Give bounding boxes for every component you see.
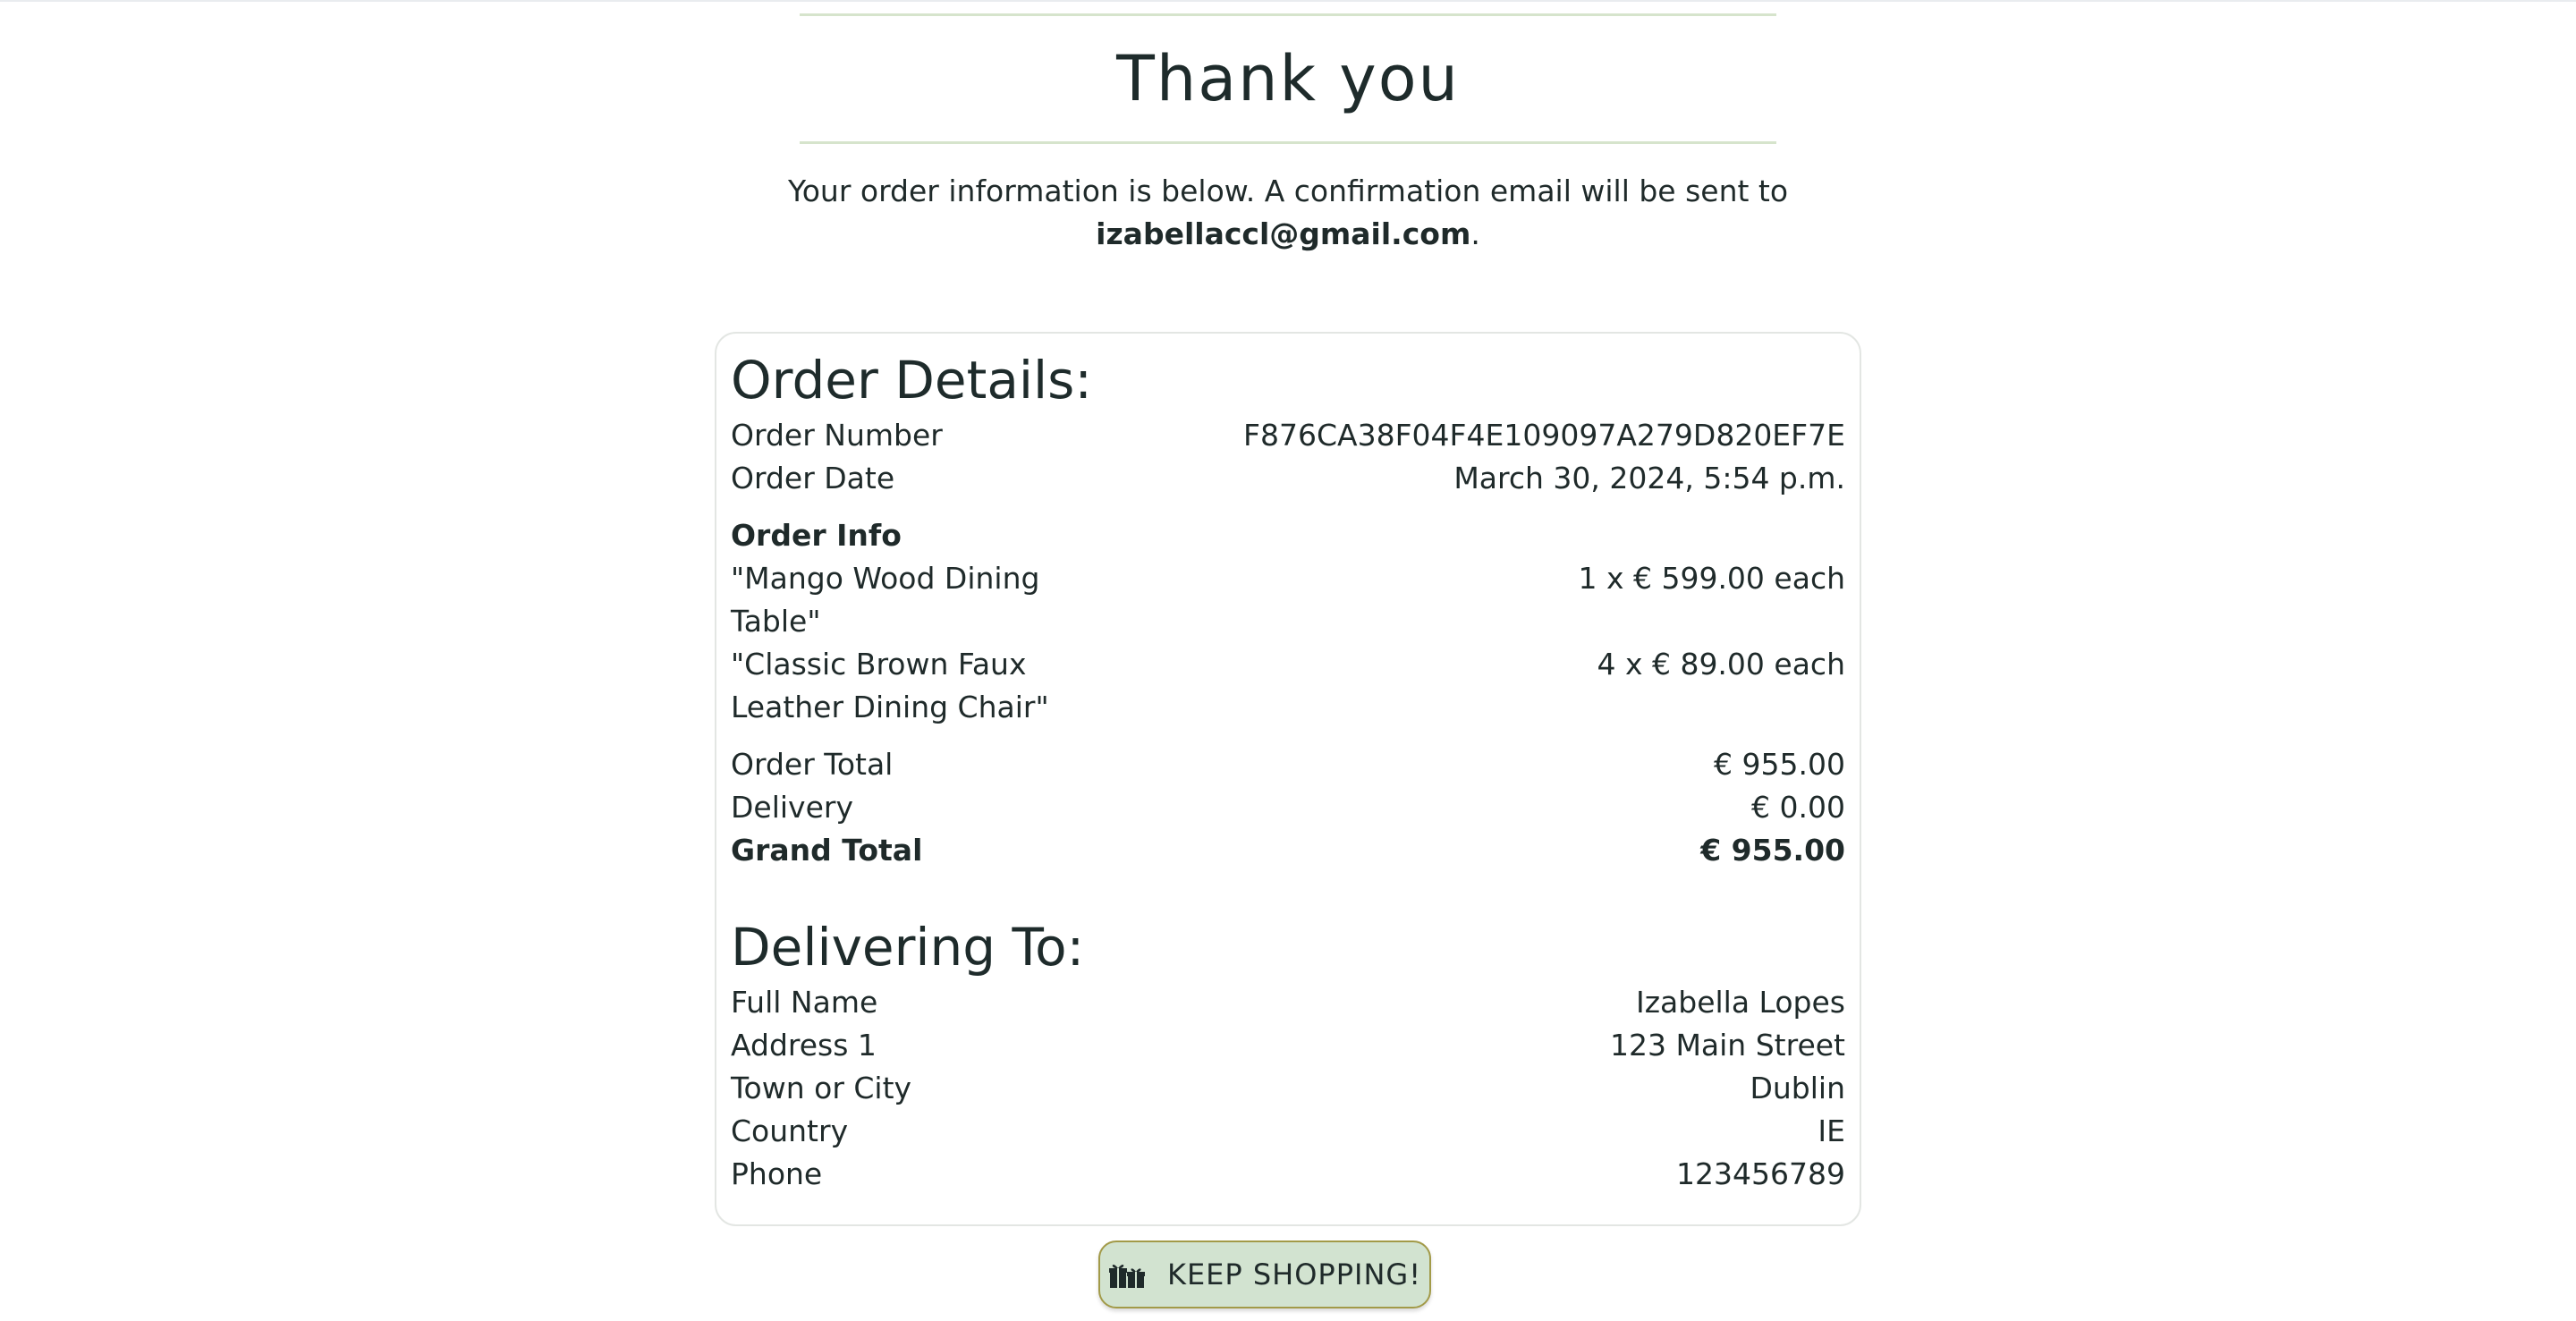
phone-value: 123456789 <box>1676 1156 1845 1191</box>
intro-text: Your order information is below. A confi… <box>787 174 1789 208</box>
phone-row: Phone 123456789 <box>731 1153 1845 1196</box>
delivery-cost-row: Delivery € 0.00 <box>731 786 1845 829</box>
row-label: Address 1 <box>731 1028 877 1063</box>
delivery-cost-value: € 0.00 <box>1751 790 1845 825</box>
hero-banner: Thank you <box>800 13 1776 144</box>
order-total-value: € 955.00 <box>1714 747 1845 782</box>
order-info-label: Order Info <box>731 518 902 553</box>
full-name-value: Izabella Lopes <box>1635 985 1845 1020</box>
confirmation-email: izabellaccl@gmail.com <box>1096 216 1471 251</box>
order-info-heading: Order Info <box>731 514 1845 557</box>
row-label: Town or City <box>731 1071 912 1105</box>
order-date-row: Order Date March 30, 2024, 5:54 p.m. <box>731 457 1845 500</box>
row-label: Order Total <box>731 747 894 782</box>
row-label: Country <box>731 1114 849 1148</box>
grand-total-value: € 955.00 <box>1700 833 1845 868</box>
item-name: "Classic Brown Faux Leather Dining Chair… <box>731 647 1049 724</box>
row-label: Order Number <box>731 418 943 453</box>
intro-punct: . <box>1470 216 1480 251</box>
order-item-row: "Mango Wood Dining Table" 1 x € 599.00 e… <box>731 557 1845 643</box>
top-divider <box>0 0 2576 2</box>
page-title: Thank you <box>1116 42 1460 115</box>
intro-message: Your order information is below. A confi… <box>769 170 1807 256</box>
country-value: IE <box>1818 1114 1845 1148</box>
row-label: Phone <box>731 1156 823 1191</box>
city-row: Town or City Dublin <box>731 1067 1845 1110</box>
order-summary-card: Order Details: Order Number F876CA38F04F… <box>715 332 1861 1226</box>
item-qty-price: 4 x € 89.00 each <box>1597 647 1845 682</box>
order-number-value: F876CA38F04F4E109097A279D820EF7E <box>1243 418 1845 453</box>
order-total-row: Order Total € 955.00 <box>731 743 1845 786</box>
row-label: Order Date <box>731 461 895 495</box>
grand-total-row: Grand Total € 955.00 <box>731 829 1845 872</box>
row-label: Full Name <box>731 985 878 1020</box>
order-item-row: "Classic Brown Faux Leather Dining Chair… <box>731 643 1845 729</box>
row-label: Grand Total <box>731 833 923 868</box>
order-details-heading: Order Details: <box>731 350 1092 411</box>
keep-shopping-button[interactable]: KEEP SHOPPING! <box>1098 1241 1431 1308</box>
row-label: Delivery <box>731 790 853 825</box>
address-value: 123 Main Street <box>1609 1028 1845 1063</box>
order-date-value: March 30, 2024, 5:54 p.m. <box>1453 461 1845 495</box>
item-name: "Mango Wood Dining Table" <box>731 561 1040 639</box>
country-row: Country IE <box>731 1110 1845 1153</box>
delivering-to-heading: Delivering To: <box>731 917 1085 978</box>
keep-shopping-label: KEEP SHOPPING! <box>1166 1257 1422 1291</box>
full-name-row: Full Name Izabella Lopes <box>731 981 1845 1024</box>
city-value: Dublin <box>1750 1071 1845 1105</box>
gifts-icon <box>1108 1259 1146 1290</box>
item-qty-price: 1 x € 599.00 each <box>1578 561 1845 596</box>
order-number-row: Order Number F876CA38F04F4E109097A279D82… <box>731 414 1845 457</box>
page: Thank you Your order information is belo… <box>0 0 2576 1321</box>
address-row: Address 1 123 Main Street <box>731 1024 1845 1067</box>
